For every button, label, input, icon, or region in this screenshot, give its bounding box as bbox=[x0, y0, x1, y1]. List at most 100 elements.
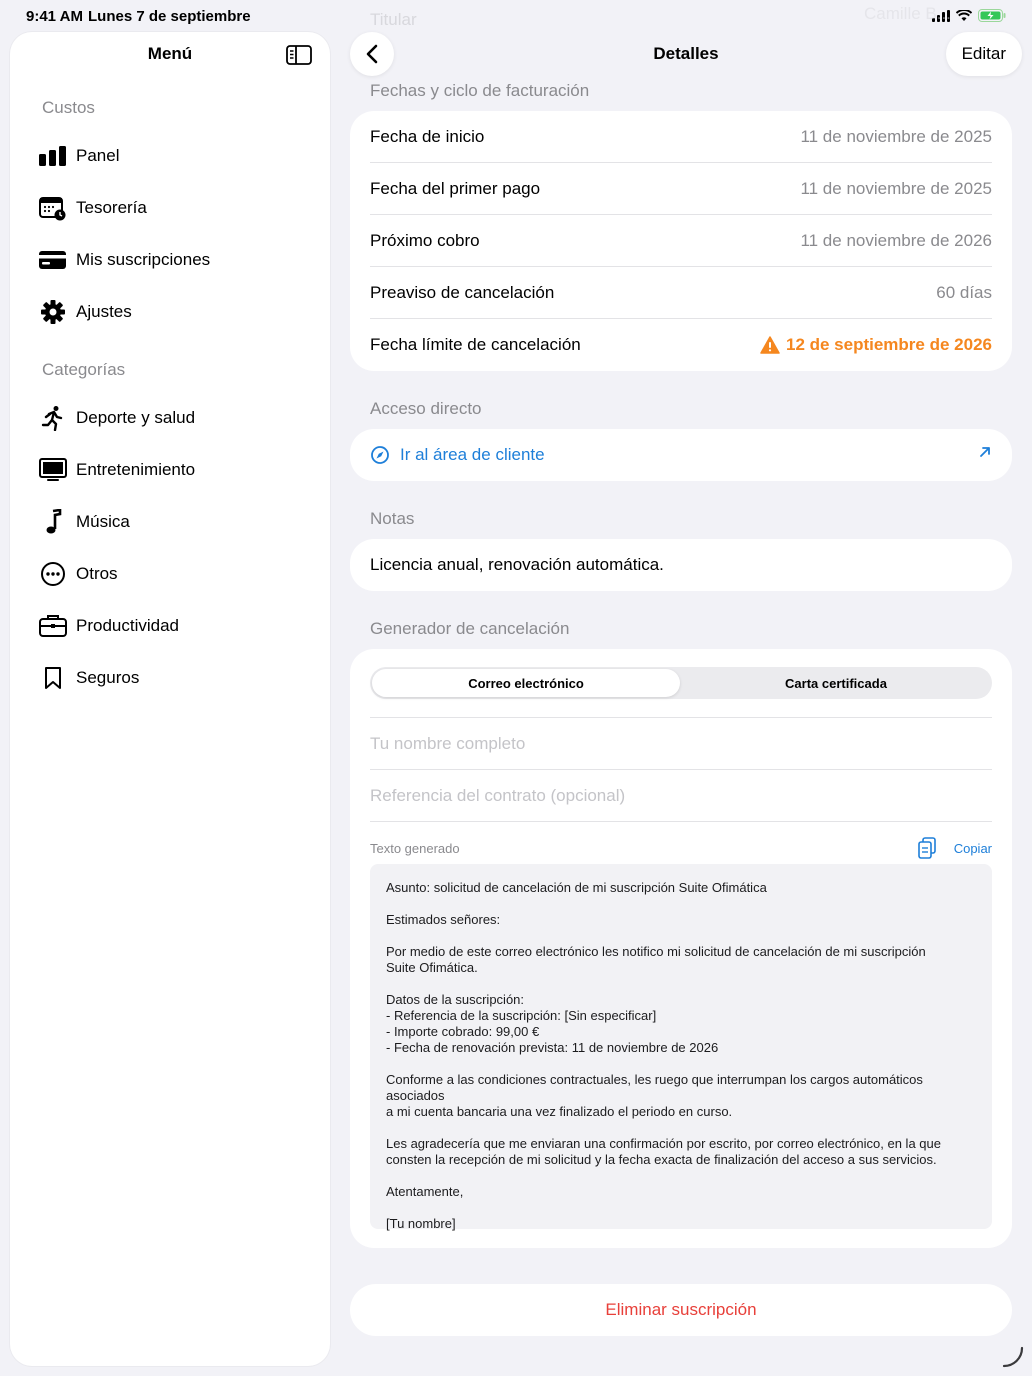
status-date: Lunes 7 de septiembre bbox=[88, 8, 251, 25]
sidebar-icon bbox=[286, 45, 312, 65]
letter-line: a mi cuenta bancaria una vez finalizado … bbox=[386, 1104, 733, 1119]
sidebar-item-label: Deporte y salud bbox=[76, 408, 196, 427]
letter-line: Asunto: solicitud de cancelación de mi s… bbox=[386, 880, 767, 895]
letter-line: Datos de la suscripción: bbox=[386, 992, 525, 1007]
row-label: Fecha del primer pago bbox=[370, 179, 541, 198]
row-label: Fecha límite de cancelación bbox=[370, 335, 581, 354]
sidebar-item-label: Ajustes bbox=[76, 302, 132, 321]
status-time: 9:41 AM bbox=[26, 8, 83, 25]
letter-line: - Referencia de la suscripción: [Sin esp… bbox=[386, 1008, 657, 1023]
billing-card: Fecha de inicio 11 de noviembre de 2025 … bbox=[350, 111, 1012, 371]
customer-area-link[interactable]: Ir al área de cliente bbox=[370, 429, 992, 481]
sidebar-toggle-button[interactable] bbox=[286, 44, 312, 66]
row-value: 60 días bbox=[936, 283, 992, 302]
billing-row-notice: Preaviso de cancelación 60 días bbox=[370, 267, 992, 319]
resize-handle-icon bbox=[1002, 1346, 1024, 1368]
sidebar-item-label: Seguros bbox=[76, 668, 140, 687]
notes-card: Licencia anual, renovación automática. bbox=[350, 539, 1012, 591]
letter-line: Conforme a las condiciones contractuales… bbox=[386, 1072, 923, 1103]
letter-line: Estimados señores: bbox=[386, 912, 501, 927]
sidebar-item-otros[interactable]: Otros bbox=[38, 554, 308, 594]
channel-segmented-control: Correo electrónico Carta certificada bbox=[370, 667, 992, 699]
gear-icon bbox=[38, 297, 68, 327]
row-value: 12 de septiembre de 2026 bbox=[785, 335, 992, 354]
row-label: Fecha de inicio bbox=[370, 127, 485, 146]
copy-icon bbox=[917, 837, 936, 859]
letter-line: Por medio de este correo electrónico les… bbox=[386, 944, 926, 959]
access-card: Ir al área de cliente bbox=[350, 429, 1012, 481]
letter-line: [Tu nombre] bbox=[386, 1216, 456, 1231]
generated-letter: Asunto: solicitud de cancelación de mi s… bbox=[370, 864, 992, 1231]
sidebar-item-label: Otros bbox=[76, 564, 118, 583]
sidebar-item-ajustes[interactable]: Ajustes bbox=[38, 292, 308, 332]
page-title: Detalles bbox=[653, 44, 719, 63]
customer-area-label: Ir al área de cliente bbox=[400, 445, 545, 464]
section-title-custos: Custos bbox=[42, 98, 95, 117]
billing-section-label: Fechas y ciclo de facturación bbox=[370, 81, 590, 100]
bookmark-icon bbox=[38, 663, 68, 693]
chart-bar-icon bbox=[38, 141, 68, 171]
notes-row: Licencia anual, renovación automática. bbox=[370, 539, 992, 591]
battery-icon bbox=[978, 9, 1006, 22]
tab-email[interactable]: Correo electrónico bbox=[372, 669, 680, 697]
full-name-input[interactable] bbox=[370, 718, 992, 769]
divider bbox=[370, 821, 992, 822]
music-note-icon bbox=[38, 507, 68, 537]
letter-line: consten la recepción de mi solicitud y l… bbox=[386, 1152, 937, 1167]
letter-line: Les agradecería que me enviaran una conf… bbox=[386, 1136, 941, 1151]
notes-text: Licencia anual, renovación automática. bbox=[370, 555, 664, 574]
copy-label: Copiar bbox=[953, 840, 992, 856]
billing-row-start: Fecha de inicio 11 de noviembre de 2025 bbox=[370, 111, 992, 163]
row-value: 11 de noviembre de 2025 bbox=[800, 127, 992, 146]
billing-row-deadline: Fecha límite de cancelación 12 de septie… bbox=[370, 319, 992, 371]
billing-row-next-charge: Próximo cobro 11 de noviembre de 2026 bbox=[370, 215, 992, 267]
notes-section-label: Notas bbox=[370, 509, 415, 528]
ellipsis-circle-icon bbox=[38, 559, 68, 589]
sidebar-item-mis-suscripciones[interactable]: Mis suscripciones bbox=[38, 240, 308, 280]
letter-line: Suite Ofimática. bbox=[386, 960, 478, 975]
row-label: Próximo cobro bbox=[370, 231, 480, 250]
row-label: Preaviso de cancelación bbox=[370, 283, 555, 302]
full-name-field[interactable] bbox=[370, 717, 992, 769]
letter-line: - Fecha de renovación prevista: 11 de no… bbox=[386, 1040, 719, 1055]
arrow-up-right-icon bbox=[980, 447, 990, 457]
copy-button[interactable]: Copiar bbox=[917, 837, 992, 859]
sidebar-item-entretenimiento[interactable]: Entretenimiento bbox=[38, 450, 308, 490]
sidebar-item-musica[interactable]: Música bbox=[38, 502, 308, 542]
sidebar-item-label: Productividad bbox=[76, 616, 180, 635]
wifi-icon bbox=[956, 9, 972, 21]
sidebar-item-seguros[interactable]: Seguros bbox=[38, 658, 308, 698]
calendar-clock-icon bbox=[38, 193, 68, 223]
sidebar-item-deporte-y-salud[interactable]: Deporte y salud bbox=[38, 398, 308, 438]
access-section-label: Acceso directo bbox=[370, 399, 482, 418]
sidebar-item-label: Panel bbox=[76, 146, 120, 165]
row-value: 11 de noviembre de 2025 bbox=[800, 179, 992, 198]
scrolled-header-ghost: Titular bbox=[370, 10, 417, 29]
compass-icon bbox=[371, 446, 389, 464]
edit-button[interactable]: Editar bbox=[945, 32, 1022, 76]
tv-icon bbox=[38, 455, 68, 485]
generator-card: Correo electrónico Carta certificada Tex… bbox=[350, 649, 1012, 1248]
sidebar-item-label: Música bbox=[76, 512, 130, 531]
row-value: 11 de noviembre de 2026 bbox=[800, 231, 992, 250]
contract-reference-input[interactable] bbox=[370, 770, 992, 821]
sidebar: Menú Custos Panel Tesorería Mis suscripc… bbox=[10, 32, 330, 1366]
scrolled-value-ghost: Camille B... bbox=[864, 4, 951, 23]
sidebar-item-label: Entretenimiento bbox=[76, 460, 196, 479]
sidebar-item-label: Mis suscripciones bbox=[76, 250, 211, 269]
warning-triangle-icon bbox=[760, 336, 780, 354]
sidebar-item-productividad[interactable]: Productividad bbox=[38, 606, 308, 646]
section-title-categorias: Categorías bbox=[42, 360, 126, 379]
contract-reference-field[interactable] bbox=[370, 769, 992, 821]
sidebar-item-tesoreria[interactable]: Tesorería bbox=[38, 188, 308, 228]
sidebar-title: Menú bbox=[147, 44, 193, 63]
letter-line: - Importe cobrado: 99,00 € bbox=[386, 1024, 540, 1039]
running-icon bbox=[38, 403, 68, 433]
generator-section-label: Generador de cancelación bbox=[370, 619, 570, 638]
sidebar-item-label: Tesorería bbox=[76, 198, 147, 217]
sidebar-item-panel[interactable]: Panel bbox=[38, 136, 308, 176]
delete-subscription-button[interactable]: Eliminar suscripción bbox=[350, 1284, 1012, 1336]
tab-certified-letter[interactable]: Carta certificada bbox=[682, 669, 990, 697]
billing-row-first-payment: Fecha del primer pago 11 de noviembre de… bbox=[370, 163, 992, 215]
generated-text-label: Texto generado bbox=[370, 841, 460, 856]
